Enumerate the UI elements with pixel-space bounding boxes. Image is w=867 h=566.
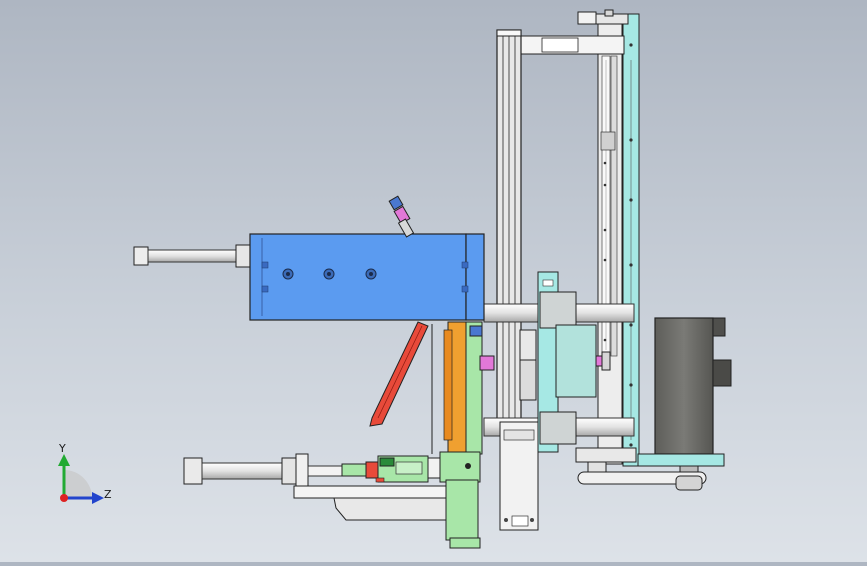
cad-viewport[interactable]: Y Z <box>0 0 867 562</box>
y-axis-label: Y <box>58 442 66 455</box>
red-pusher-arm <box>369 321 429 427</box>
belt-column <box>496 29 522 423</box>
blue-cylinder <box>133 233 485 321</box>
cyan-column <box>622 13 640 467</box>
triad-quarter-disc <box>64 470 92 498</box>
lower-slide-block <box>499 421 539 531</box>
lower-base-plate <box>293 485 451 521</box>
assembly-drawing: Y Z <box>58 9 732 549</box>
coordinate-triad: Y Z <box>58 442 112 504</box>
z-arrowhead <box>92 492 104 504</box>
air-fitting <box>388 195 415 238</box>
servo-motor <box>637 317 732 475</box>
linear-guide-rail <box>597 23 623 465</box>
lower-cylinder <box>183 453 345 489</box>
y-arrowhead <box>58 454 70 466</box>
top-crossbar <box>519 35 625 55</box>
x-axis-dot <box>60 494 68 502</box>
belt-clamp <box>519 329 537 401</box>
z-axis-label: Z <box>104 488 112 501</box>
top-header-block <box>577 9 629 25</box>
